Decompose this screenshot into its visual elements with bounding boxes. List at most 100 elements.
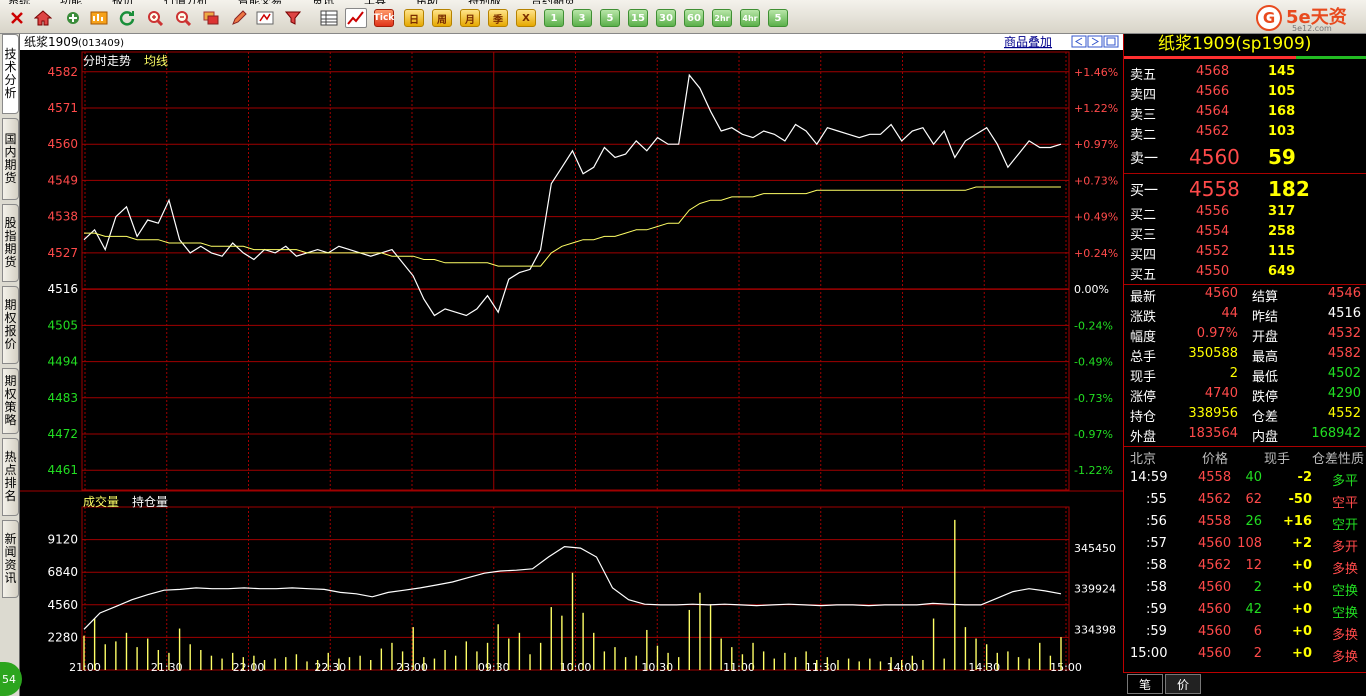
tick-price: 4562 [1198,492,1232,507]
volume-tick-label: 9120 [47,533,78,547]
period-button[interactable]: 2hr [712,9,732,27]
ask-label: 卖一 [1130,151,1158,167]
menu-item[interactable]: 工具 [364,0,386,4]
sidebar-tab[interactable]: 热点排名 [2,438,19,516]
pct-tick-label: -1.22% [1074,464,1113,477]
bid-price: 4558 [1189,177,1240,201]
time-tick-label: 21:00 [69,661,101,672]
sidebar-tab[interactable]: 技术分析 [2,34,19,114]
tick-tab[interactable]: 笔 [1127,674,1163,694]
menu-item[interactable]: 智能交易 [238,0,282,4]
refresh-icon[interactable] [116,8,138,28]
futures-icon[interactable] [62,8,84,28]
tick-price: 4560 [1198,624,1232,639]
period-button[interactable]: 4hr [740,9,760,27]
menu-item[interactable]: 系统 [8,0,30,4]
stat-label: 仓差 [1252,410,1279,425]
period-button[interactable]: 1 [544,9,564,27]
overlay-link[interactable]: 商品叠加 [1004,34,1052,49]
tick-price: 4558 [1198,470,1232,485]
ticks-header-cell: 现手 [1264,452,1291,467]
period-button[interactable]: 日 [404,9,424,27]
formula-icon[interactable] [254,8,276,28]
zoom-in-icon[interactable] [144,8,166,28]
menu-item[interactable]: 资讯 [312,0,334,4]
nav-arrow-icon[interactable] [1071,35,1087,48]
menu-item[interactable]: 帮助 [416,0,438,4]
tick-price: 4560 [1198,580,1232,595]
close-icon[interactable] [6,8,28,28]
period-button[interactable]: 周 [432,9,452,27]
price-tick-label: 4472 [47,427,78,441]
tick-button[interactable]: Tick [374,9,394,27]
period-button[interactable]: 3 [572,9,592,27]
stat-label: 幅度 [1130,330,1157,345]
ticks-header-cell: 价格 [1202,452,1229,467]
stat-label: 昨结 [1252,310,1279,325]
legend-volume: 成交量 [83,494,119,509]
period-button[interactable]: X [516,9,536,27]
menu-item[interactable]: 功能 [60,0,82,4]
period-button[interactable]: 15 [628,9,648,27]
pen-icon[interactable] [228,8,250,28]
tick-time: :58 [1146,580,1167,595]
menu-item[interactable]: 特别版 [468,0,501,4]
average-line [84,186,1061,267]
menu-item[interactable]: 报价 [112,0,134,4]
period-button[interactable]: 季 [488,9,508,27]
legend-price: 分时走势 [83,54,131,68]
stat-label: 跌停 [1252,390,1279,405]
pct-tick-label: +1.22% [1074,102,1118,115]
tick-volume: 26 [1245,514,1262,529]
menu-item[interactable]: 行情分析 [164,0,208,4]
sidebar-tab[interactable]: 期权策略 [2,368,19,434]
price-tick-label: 4483 [47,391,78,405]
window-icon[interactable] [200,8,222,28]
stat-label: 涨停 [1130,390,1157,405]
sidebar-tab[interactable]: 新闻资讯 [2,520,19,598]
time-tick-label: 10:00 [560,661,592,672]
tick-oi-change: +16 [1283,514,1312,529]
volume-tick-label: 2280 [47,630,78,644]
sidebar-tab[interactable]: 国内期货 [2,118,19,200]
period-button[interactable]: 5 [768,9,788,27]
tick-volume: 40 [1245,470,1262,485]
tick-tab[interactable]: 价 [1165,674,1201,694]
period-button[interactable]: 60 [684,9,704,27]
oi-tick-label: 334398 [1074,623,1116,636]
filter-icon[interactable] [282,8,304,28]
trend-chart-icon[interactable] [345,8,367,28]
sidebar-tab[interactable]: 股指期货 [2,204,19,282]
time-tick-label: 14:30 [968,661,1000,672]
zoom-out-icon[interactable] [172,8,194,28]
sidebar-tab[interactable]: 期权报价 [2,286,19,364]
period-button[interactable]: 5 [600,9,620,27]
bid-label: 买二 [1130,208,1157,223]
period-button[interactable]: 月 [460,9,480,27]
stat-label: 最新 [1130,290,1157,305]
stat-label: 内盘 [1252,430,1279,445]
quote-icon[interactable] [88,8,110,28]
pct-tick-label: +0.97% [1074,138,1118,151]
ask-price: 4568 [1196,64,1230,79]
table-icon[interactable] [318,8,340,28]
tick-nature: 空开 [1332,518,1359,533]
ask-volume: 105 [1268,84,1296,99]
stat-value: 183564 [1188,426,1238,441]
home-icon[interactable] [32,8,54,28]
tick-oi-change: -50 [1288,492,1313,507]
bid-volume: 182 [1268,177,1310,201]
stat-label: 最低 [1252,370,1279,385]
menu-item[interactable]: 合约期货 [531,0,575,4]
sidebar-tab-char: 略 [4,413,17,427]
period-button[interactable]: 30 [656,9,676,27]
stat-value: 338956 [1188,406,1238,421]
price-tick-label: 4582 [47,65,78,79]
bid-price: 4556 [1196,204,1230,219]
bid-volume: 258 [1268,224,1296,239]
tick-nature: 空换 [1332,606,1359,621]
sidebar-tab-char: 名 [4,489,17,503]
price-line [83,73,1062,317]
nav-arrow-icon[interactable] [1087,35,1103,48]
bid-volume: 649 [1268,264,1296,279]
